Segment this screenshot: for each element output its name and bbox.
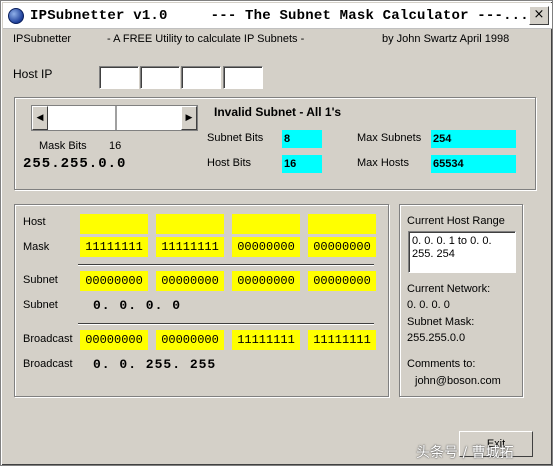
subnet-status: Invalid Subnet - All 1's [214, 105, 342, 119]
subnet-octet-2: 00000000 [156, 271, 224, 291]
host-octet-3 [232, 214, 300, 234]
host-range-label: Current Host Range [407, 215, 505, 227]
subnet-octet-3: 00000000 [232, 271, 300, 291]
host-bits-value: 16 [282, 155, 322, 173]
subnet-mask-label: Subnet Mask: [407, 316, 475, 328]
host-range-line-2: 255. 254 [412, 248, 455, 260]
broadcast-dotted-label: Broadcast [23, 358, 73, 370]
divider-line [78, 264, 374, 266]
broadcast-octet-3: 11111111 [232, 330, 300, 350]
comments-email[interactable]: john@boson.com [415, 375, 501, 387]
network-label: Current Network: [407, 283, 491, 295]
broadcast-octet-1: 00000000 [80, 330, 148, 350]
subnet-dotted-value: 0. 0. 0. 0 [93, 298, 182, 313]
subnet-octet-4: 00000000 [308, 271, 376, 291]
host-ip-octet-4[interactable] [223, 66, 263, 89]
broadcast-octet-2: 00000000 [156, 330, 224, 350]
subnet-octet-1: 00000000 [80, 271, 148, 291]
mask-bits-value: 16 [109, 140, 122, 152]
title-bar[interactable]: IPSubnetter v1.0 --- The Subnet Mask Cal… [3, 3, 552, 29]
max-hosts-label: Max Hosts [357, 157, 409, 169]
comments-label: Comments to: [407, 358, 476, 370]
mask-octet-4: 00000000 [308, 237, 376, 257]
host-row-label: Host [23, 216, 46, 228]
author-label: by John Swartz April 1998 [382, 33, 510, 45]
max-subnets-value: 254 [431, 130, 516, 148]
chevron-right-icon: ▶ [185, 113, 193, 123]
max-hosts-value: 65534 [431, 155, 516, 173]
max-subnets-label: Max Subnets [357, 132, 422, 144]
tagline-label: - A FREE Utility to calculate IP Subnets… [107, 33, 305, 45]
mask-octet-1: 11111111 [80, 237, 148, 257]
slider-left-button[interactable]: ◀ [32, 106, 48, 130]
host-ip-label: Host IP [13, 67, 53, 81]
broadcast-row-label: Broadcast [23, 333, 73, 345]
close-button[interactable]: × [529, 6, 549, 25]
host-ip-octet-2[interactable] [140, 66, 180, 89]
subnet-row-label: Subnet [23, 274, 58, 286]
window-title: IPSubnetter v1.0 --- The Subnet Mask Cal… [30, 7, 529, 24]
mask-octet-2: 11111111 [156, 237, 224, 257]
host-ip-octet-1[interactable] [99, 66, 139, 89]
host-octet-2 [156, 214, 224, 234]
mask-bits-label: Mask Bits [39, 140, 87, 152]
mask-octet-3: 00000000 [232, 237, 300, 257]
broadcast-dotted-value: 0. 0. 255. 255 [93, 357, 217, 372]
host-bits-label: Host Bits [207, 157, 252, 169]
broadcast-octet-4: 11111111 [308, 330, 376, 350]
host-range-field[interactable]: 0. 0. 0. 1 to 0. 0. 255. 254 [408, 231, 516, 273]
mask-bits-slider[interactable]: ◀ ▶ [31, 105, 198, 131]
subnet-bits-label: Subnet Bits [207, 132, 264, 144]
subnet-dotted-label: Subnet [23, 299, 58, 311]
mask-dotted-value: 255.255.0.0 [23, 156, 127, 172]
subnet-mask-value: 255.255.0.0 [407, 332, 466, 344]
host-range-line-1: 0. 0. 0. 1 to 0. 0. [412, 235, 492, 247]
host-octet-4 [308, 214, 376, 234]
globe-icon [8, 7, 24, 24]
chevron-left-icon: ◀ [36, 113, 44, 123]
host-octet-1 [80, 214, 148, 234]
subnet-bits-value: 8 [282, 130, 322, 148]
divider-line [78, 323, 374, 325]
mask-row-label: Mask [23, 241, 50, 253]
host-ip-octet-3[interactable] [181, 66, 221, 89]
watermark-text: 头条号 / 曹城拓 [416, 445, 514, 461]
app-window: IPSubnetter v1.0 --- The Subnet Mask Cal… [0, 0, 553, 466]
slider-thumb[interactable] [115, 106, 117, 130]
network-value: 0. 0. 0. 0 [407, 299, 450, 311]
slider-right-button[interactable]: ▶ [181, 106, 197, 130]
app-name-label: IPSubnetter [13, 33, 72, 45]
